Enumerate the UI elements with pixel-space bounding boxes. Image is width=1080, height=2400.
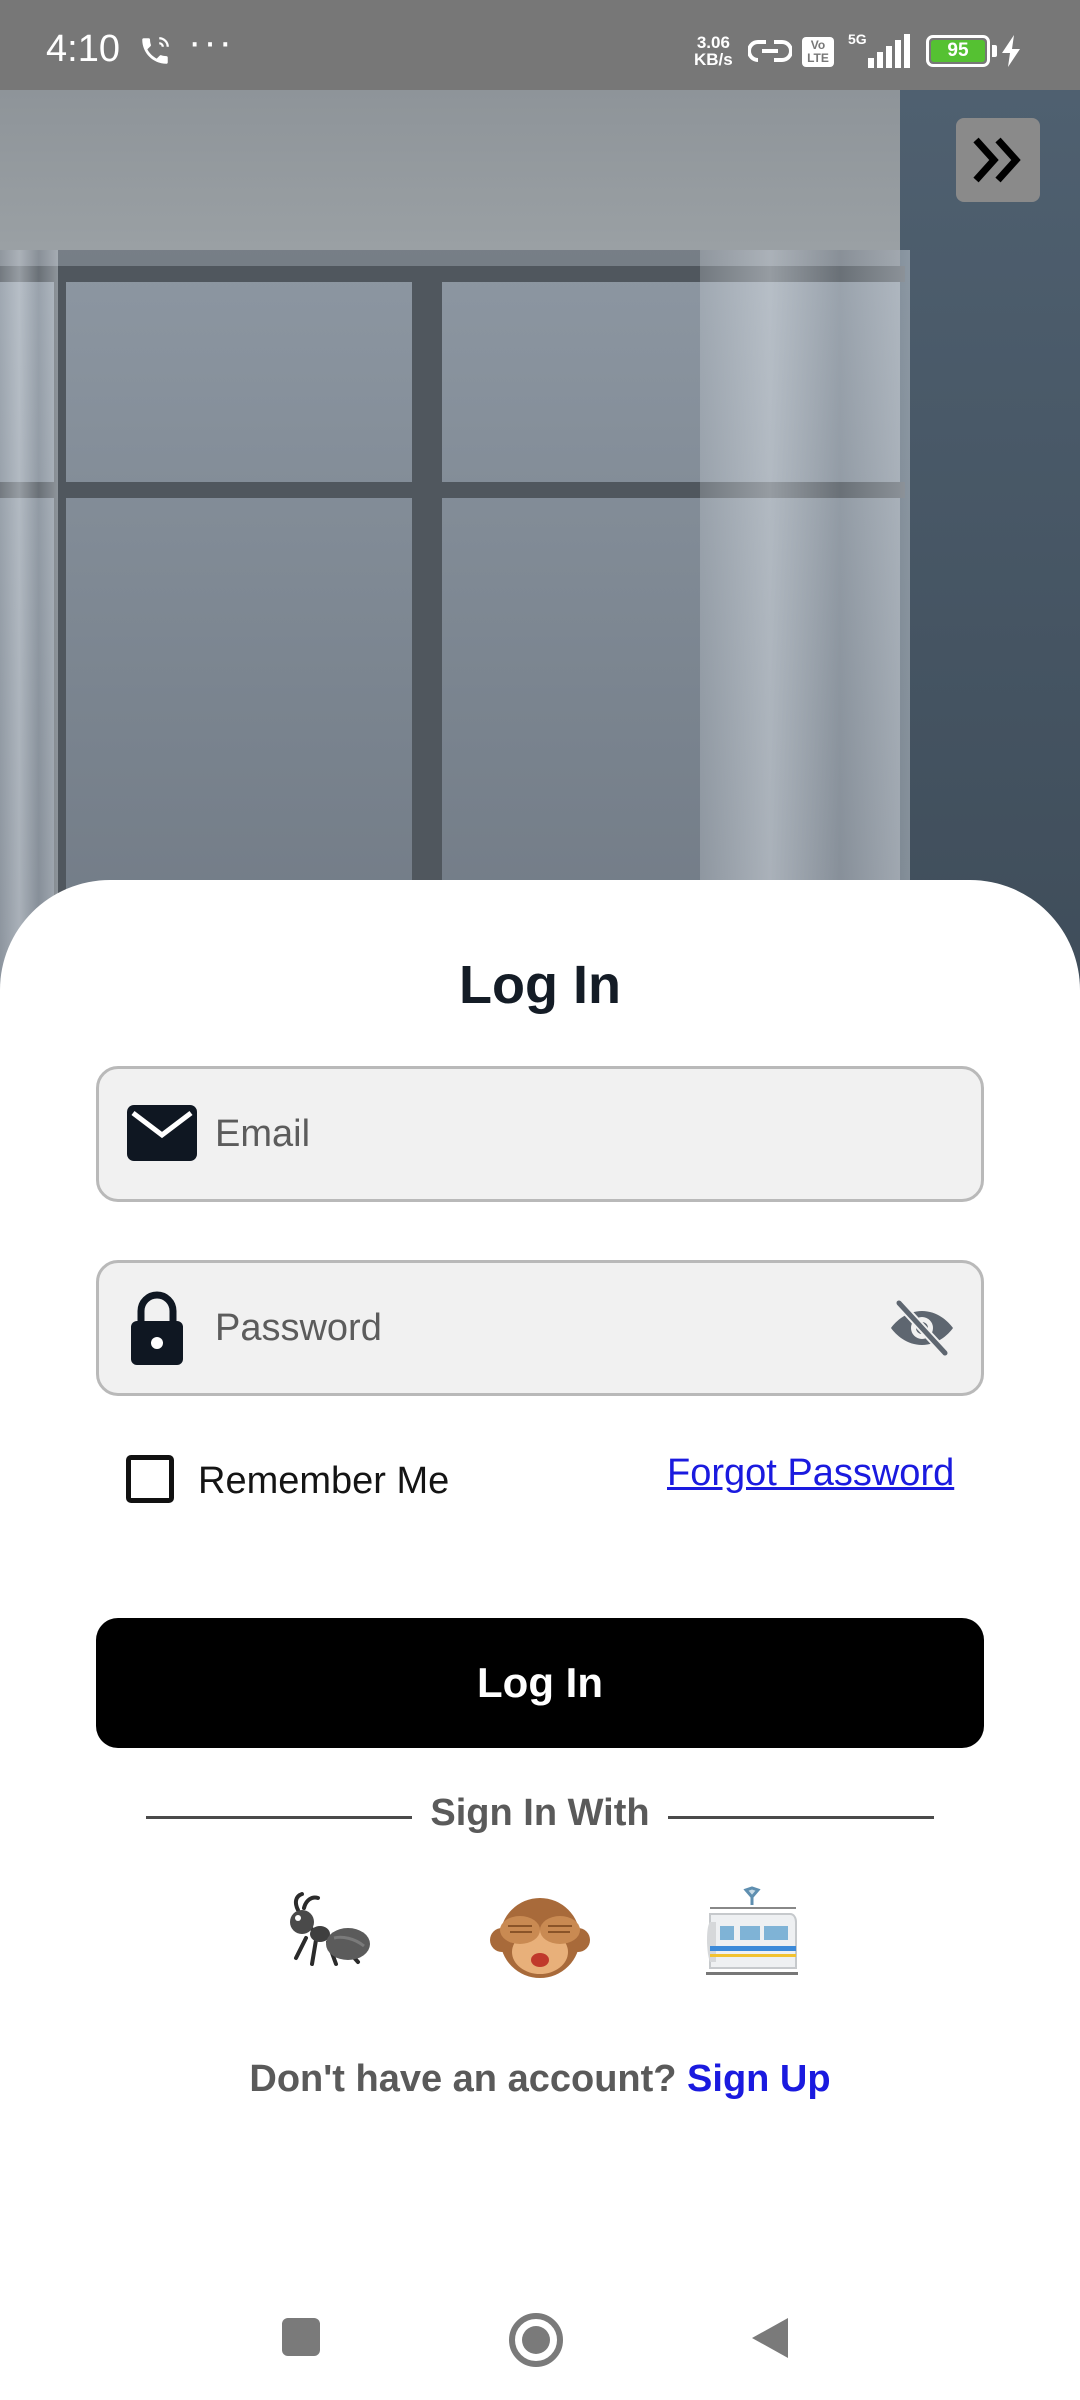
- ant-emoji-icon: [276, 1892, 376, 1990]
- monkey-social-button[interactable]: [490, 1886, 590, 1986]
- signup-prompt: Don't have an account?: [249, 2058, 677, 2100]
- status-time: 4:10: [46, 28, 120, 70]
- mail-icon: [127, 1105, 197, 1166]
- signup-row: Don't have an account? Sign Up: [0, 2058, 1080, 2101]
- email-field[interactable]: [96, 1066, 984, 1202]
- navigation-bar: [0, 2280, 1080, 2400]
- battery-icon: 95: [926, 35, 990, 67]
- train-social-button[interactable]: [702, 1886, 802, 1986]
- train-emoji-icon: [702, 1886, 802, 1990]
- page-title: Log In: [459, 955, 621, 1015]
- network-speed-value: 3.06: [696, 33, 730, 52]
- password-field[interactable]: [96, 1260, 984, 1396]
- signal-icon: 5G: [846, 30, 916, 75]
- background-photo: [0, 90, 1080, 990]
- status-bar: 4:10 ··· 3.06 KB/s Vo LTE 5G 95: [0, 0, 1080, 90]
- login-screen: 4:10 ··· 3.06 KB/s Vo LTE 5G 95 Log In E…: [0, 0, 1080, 2400]
- curtain-left: [0, 250, 58, 990]
- recent-apps-icon[interactable]: [280, 2316, 322, 2363]
- signup-link[interactable]: Sign Up: [687, 2058, 831, 2100]
- lock-icon: [127, 1291, 187, 1370]
- remember-me-label: Remember Me: [198, 1460, 450, 1502]
- network-speed-unit: KB/s: [694, 50, 733, 69]
- photo-ceiling: [0, 90, 930, 250]
- login-button[interactable]: Log In: [96, 1618, 984, 1748]
- volte-line2: LTE: [807, 51, 829, 65]
- email-input[interactable]: [213, 1099, 873, 1169]
- sign-in-with-label: Sign In With: [430, 1792, 650, 1834]
- more-dots-icon: ···: [188, 20, 234, 64]
- network-speed: 3.06 KB/s: [694, 34, 733, 68]
- hotspot-icon: [747, 34, 793, 73]
- remember-me-checkbox[interactable]: [126, 1455, 174, 1503]
- network-type-label: 5G: [848, 31, 867, 47]
- back-icon[interactable]: [748, 2314, 792, 2367]
- battery-level: 95: [931, 40, 985, 62]
- home-icon[interactable]: [506, 2310, 566, 2375]
- photo-wall: [900, 90, 1080, 990]
- volte-badge: Vo LTE: [802, 37, 834, 67]
- divider-left: [146, 1816, 412, 1819]
- see-no-evil-monkey-emoji-icon: [490, 1898, 590, 1990]
- call-icon: [138, 34, 172, 73]
- skip-button[interactable]: [956, 118, 1040, 202]
- login-sheet: Log In Remember Me Forgot Password Log I…: [0, 880, 1080, 2400]
- battery-nub: [992, 45, 997, 57]
- charging-icon: [1000, 35, 1024, 72]
- password-input[interactable]: [213, 1293, 873, 1363]
- curtain-right: [700, 250, 910, 990]
- ant-social-button[interactable]: [276, 1886, 376, 1986]
- divider-right: [668, 1816, 934, 1819]
- forgot-password-link[interactable]: Forgot Password: [667, 1452, 954, 1495]
- eye-off-icon[interactable]: [889, 1297, 955, 1359]
